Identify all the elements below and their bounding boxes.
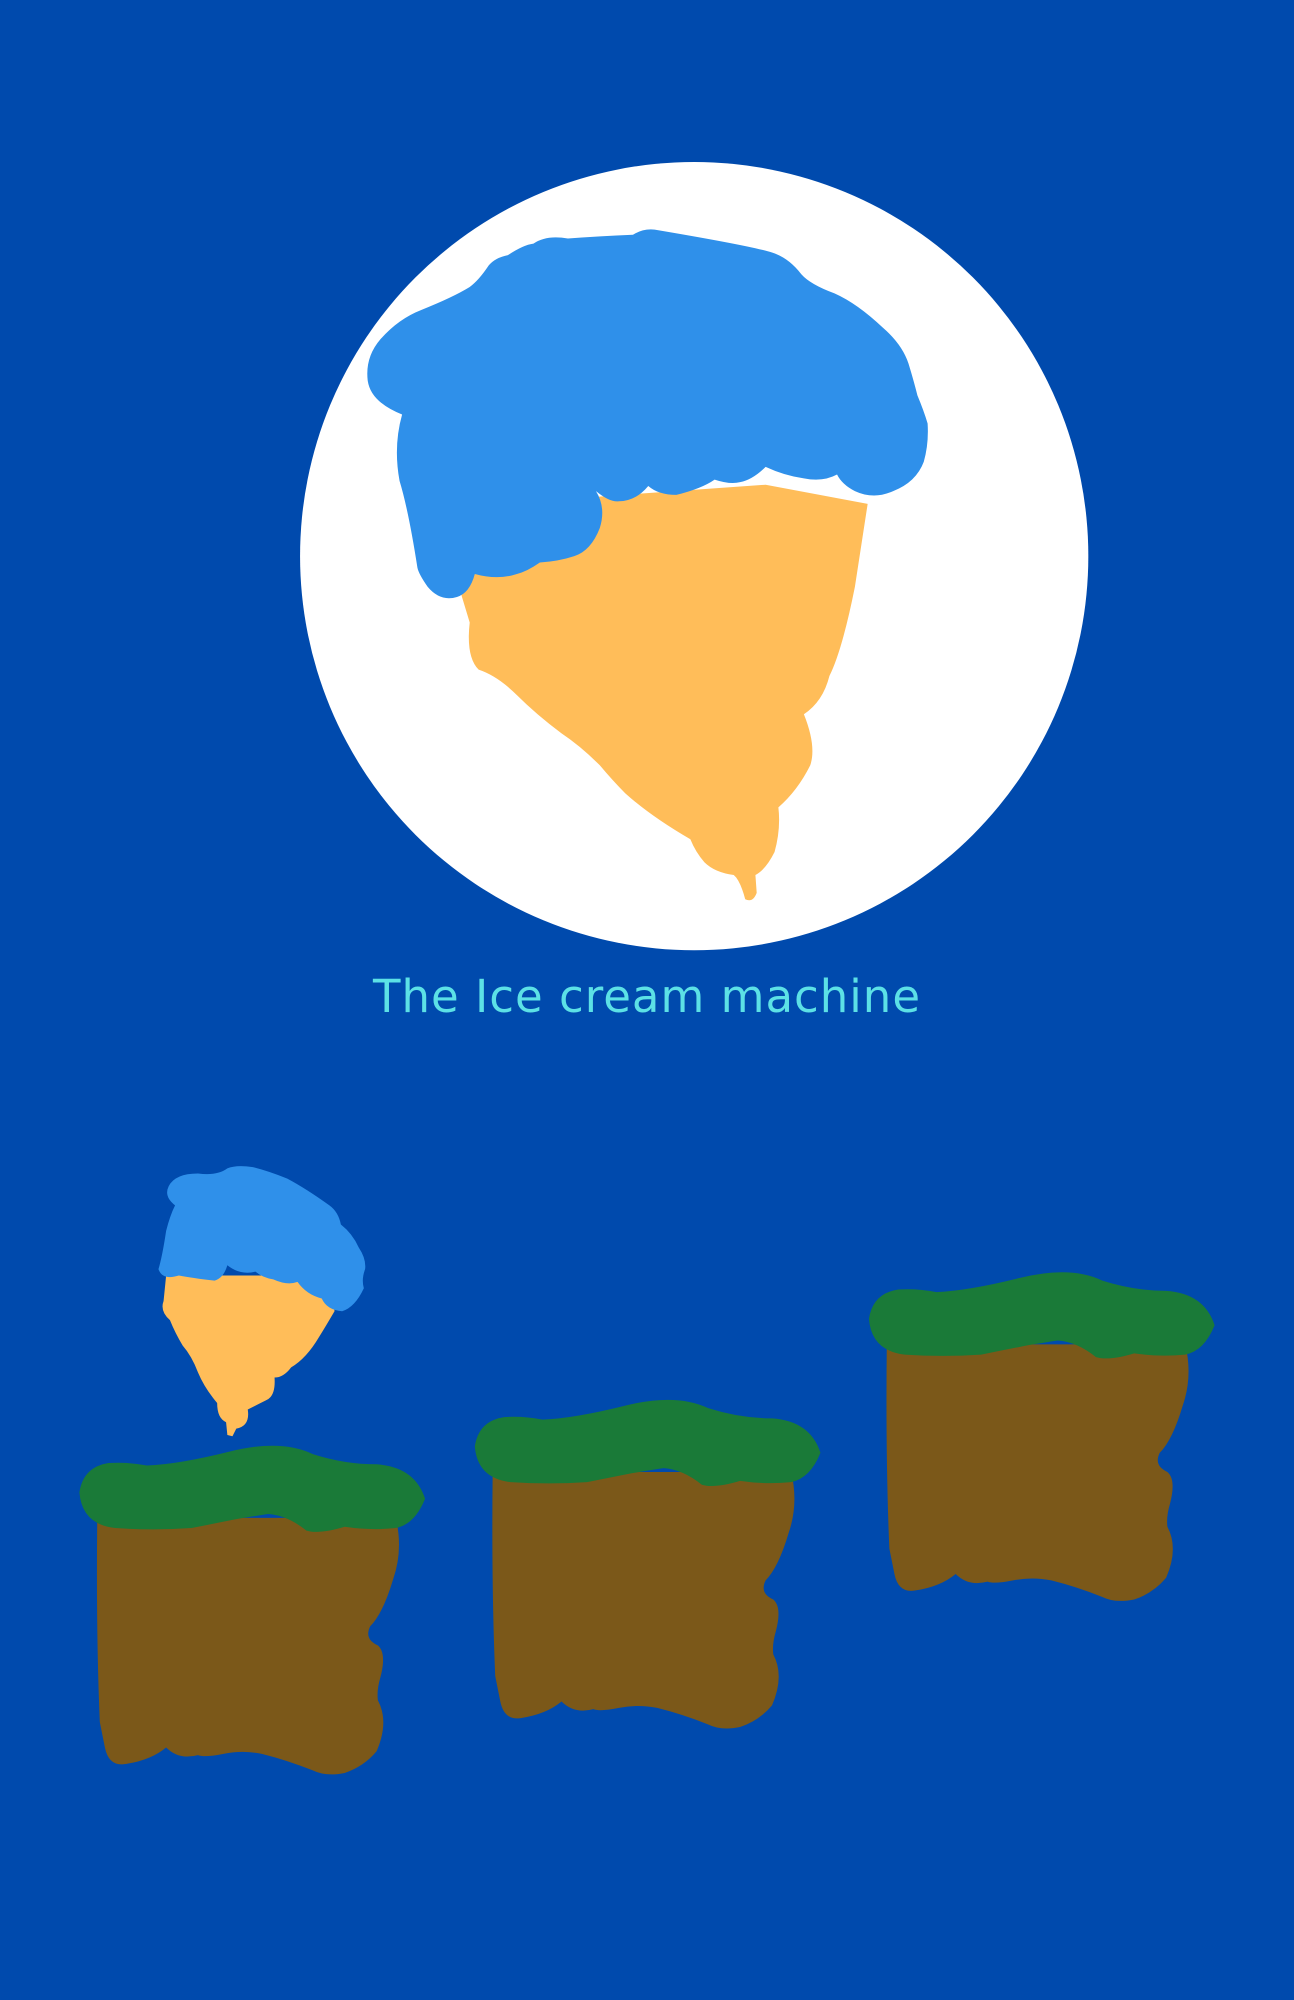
dirt-block: [886, 1344, 1189, 1601]
cone: [162, 1275, 335, 1437]
dirt-block: [492, 1471, 795, 1729]
platform-right: [868, 1272, 1215, 1601]
dirt-block: [96, 1517, 400, 1775]
platform-middle: [474, 1399, 821, 1729]
player-ice-cream-icon: [158, 1166, 366, 1437]
game-title: The Ice cream machine: [372, 970, 922, 1023]
platform-left: [79, 1445, 426, 1775]
